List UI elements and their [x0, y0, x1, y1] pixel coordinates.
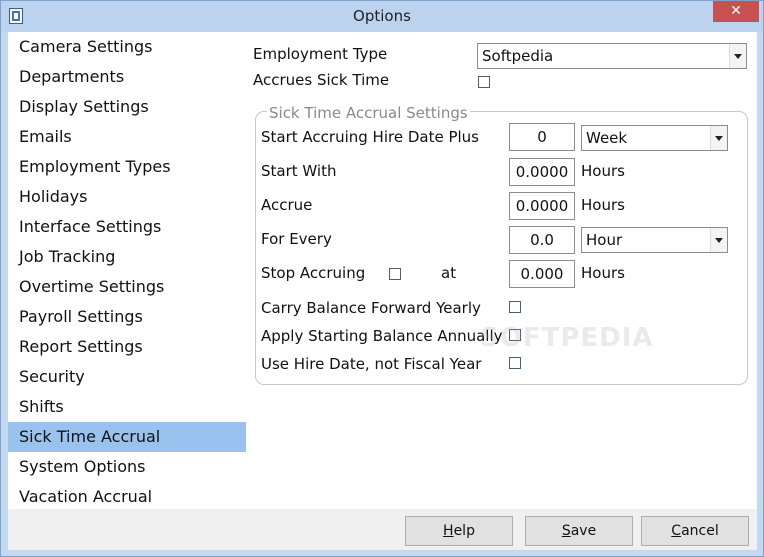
sidebar-item-job-tracking[interactable]: Job Tracking [8, 242, 246, 272]
accrue-input[interactable]: 0.0000 [509, 192, 575, 220]
chevron-down-icon[interactable] [710, 126, 727, 150]
use-hire-date-checkbox[interactable] [509, 357, 521, 369]
employment-type-label: Employment Type [253, 45, 388, 63]
sidebar-item-interface-settings[interactable]: Interface Settings [8, 212, 246, 242]
help-label-post: elp [453, 523, 475, 539]
sidebar-item-system-options[interactable]: System Options [8, 452, 246, 482]
sidebar-item-shifts[interactable]: Shifts [8, 392, 246, 422]
employment-type-dropdown[interactable]: Softpedia [477, 43, 747, 69]
stop-accruing-checkbox[interactable] [389, 268, 401, 280]
start-accruing-label: Start Accruing Hire Date Plus [261, 128, 479, 146]
help-button[interactable]: Help [405, 516, 513, 546]
employment-type-value: Softpedia [482, 47, 554, 65]
window-title: Options [353, 7, 411, 25]
sick-time-accrual-panel: Employment Type Softpedia Accrues Sick T… [248, 32, 757, 509]
chevron-down-icon[interactable] [729, 44, 746, 68]
carry-forward-label: Carry Balance Forward Yearly [261, 299, 481, 317]
sidebar-item-sick-time-accrual[interactable]: Sick Time Accrual [8, 422, 246, 452]
start-with-input[interactable]: 0.0000 [509, 158, 575, 186]
for-every-unit-value: Hour [586, 231, 623, 249]
accrues-sick-time-label: Accrues Sick Time [253, 71, 390, 89]
sidebar-item-vacation-accrual[interactable]: Vacation Accrual [8, 482, 246, 512]
start-accruing-input[interactable]: 0 [509, 123, 575, 151]
start-accruing-unit-value: Week [586, 129, 628, 147]
sidebar-item-report-settings[interactable]: Report Settings [8, 332, 246, 362]
close-icon: ✕ [730, 3, 742, 19]
for-every-input[interactable]: 0.0 [509, 226, 575, 254]
carry-forward-checkbox[interactable] [509, 301, 521, 313]
client-area: Camera Settings Departments Display Sett… [8, 32, 757, 550]
for-every-label: For Every [261, 230, 332, 248]
cancel-label-post: ancel [681, 523, 719, 539]
at-label: at [441, 264, 457, 282]
start-with-unit: Hours [581, 162, 625, 180]
accrue-unit: Hours [581, 196, 625, 214]
close-button[interactable]: ✕ [713, 1, 759, 22]
apply-starting-balance-label: Apply Starting Balance Annually [261, 327, 503, 345]
stop-at-input[interactable]: 0.000 [509, 260, 575, 288]
softpedia-watermark: SOFTPEDIA [480, 323, 654, 353]
stop-accruing-label: Stop Accruing [261, 264, 366, 282]
stop-at-unit: Hours [581, 264, 625, 282]
options-window: Options ✕ Camera Settings Departments Di… [0, 0, 764, 557]
use-hire-date-label: Use Hire Date, not Fiscal Year [261, 355, 482, 373]
sidebar-item-departments[interactable]: Departments [8, 62, 246, 92]
sidebar-item-emails[interactable]: Emails [8, 122, 246, 152]
save-button[interactable]: Save [525, 516, 633, 546]
accrue-label: Accrue [261, 196, 313, 214]
sidebar-item-employment-types[interactable]: Employment Types [8, 152, 246, 182]
start-accruing-unit-dropdown[interactable]: Week [581, 125, 728, 151]
group-title: Sick Time Accrual Settings [267, 104, 470, 122]
button-bar: Help Save Cancel [8, 509, 757, 550]
chevron-down-icon[interactable] [710, 228, 727, 252]
sidebar-item-holidays[interactable]: Holidays [8, 182, 246, 212]
options-category-list[interactable]: Camera Settings Departments Display Sett… [8, 32, 248, 509]
sidebar-item-camera-settings[interactable]: Camera Settings [8, 32, 246, 62]
sidebar-item-overtime-settings[interactable]: Overtime Settings [8, 272, 246, 302]
for-every-unit-dropdown[interactable]: Hour [581, 227, 728, 253]
save-mnemonic: S [561, 523, 571, 539]
sidebar-item-display-settings[interactable]: Display Settings [8, 92, 246, 122]
sidebar-item-security[interactable]: Security [8, 362, 246, 392]
cancel-button[interactable]: Cancel [641, 516, 749, 546]
start-with-label: Start With [261, 162, 337, 180]
help-mnemonic: H [443, 523, 454, 539]
sidebar-item-payroll-settings[interactable]: Payroll Settings [8, 302, 246, 332]
accrues-sick-time-checkbox[interactable] [478, 76, 490, 88]
title-bar[interactable]: Options ✕ [1, 1, 763, 32]
save-label-post: ave [570, 523, 597, 539]
cancel-mnemonic: C [671, 523, 682, 539]
